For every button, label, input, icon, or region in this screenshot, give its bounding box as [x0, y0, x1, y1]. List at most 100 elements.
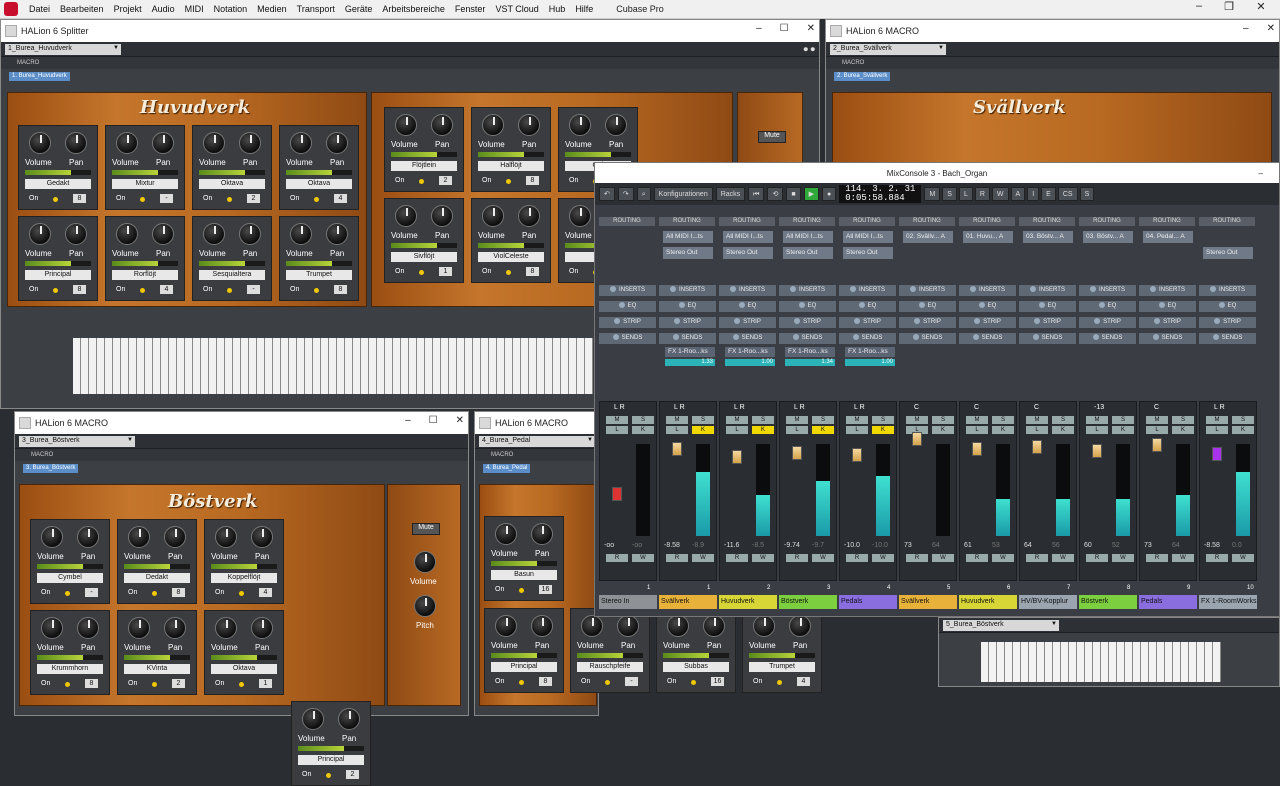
- inserts-section[interactable]: INSERTS: [959, 285, 1016, 296]
- channel-name[interactable]: HV/BV-Kopplur: [1019, 595, 1077, 609]
- routing-input[interactable]: 02. Svällv... A: [903, 231, 953, 243]
- footage-value[interactable]: 1: [259, 679, 272, 688]
- send-slot[interactable]: FX 1-Roo...ks: [665, 347, 715, 357]
- strip-section[interactable]: STRIP: [1079, 317, 1136, 328]
- mute-button[interactable]: M: [726, 416, 748, 424]
- read-automation-button[interactable]: R: [846, 554, 868, 562]
- pan-knob[interactable]: [518, 114, 540, 136]
- inserts-section[interactable]: INSERTS: [719, 285, 776, 296]
- footage-value[interactable]: -: [85, 588, 98, 597]
- routing-tab[interactable]: ROUTING: [839, 217, 895, 226]
- channel-name[interactable]: Böstverk: [779, 595, 837, 609]
- mute-button[interactable]: M: [1026, 416, 1048, 424]
- routing-input[interactable]: 03. Böstv... A: [1083, 231, 1133, 243]
- routing-input[interactable]: All MIDI I...ts: [783, 231, 833, 243]
- inserts-section[interactable]: INSERTS: [1139, 285, 1196, 296]
- eq-section[interactable]: EQ: [1079, 301, 1136, 312]
- pan-knob[interactable]: [789, 615, 811, 637]
- volume-knob[interactable]: [203, 132, 225, 154]
- read-button[interactable]: K: [872, 426, 894, 434]
- channel-name[interactable]: Pedals: [1139, 595, 1197, 609]
- sends-section[interactable]: SENDS: [959, 333, 1016, 344]
- menu-projekt[interactable]: Projekt: [109, 4, 147, 14]
- footage-value[interactable]: -: [160, 194, 173, 203]
- mute-button[interactable]: M: [666, 416, 688, 424]
- solo-button[interactable]: S: [1172, 416, 1194, 424]
- send-slot[interactable]: FX 1-Roo...ks: [845, 347, 895, 357]
- listen-button[interactable]: L: [966, 426, 988, 434]
- pan-knob[interactable]: [251, 617, 273, 639]
- maximize-icon[interactable]: ☐: [780, 23, 789, 34]
- solo-button[interactable]: S: [1052, 416, 1074, 424]
- volume-knob[interactable]: [128, 617, 150, 639]
- pan-knob[interactable]: [152, 223, 174, 245]
- solo-button[interactable]: S: [752, 416, 774, 424]
- routing-output[interactable]: Stereo Out: [843, 247, 893, 259]
- write-automation-button[interactable]: W: [812, 554, 834, 562]
- sends-section[interactable]: SENDS: [1019, 333, 1076, 344]
- pan-value[interactable]: C: [974, 404, 979, 411]
- menu-geraete[interactable]: Geräte: [340, 4, 378, 14]
- channel-name[interactable]: Stereo In: [599, 595, 657, 609]
- pan-knob[interactable]: [164, 617, 186, 639]
- pan-knob[interactable]: [65, 132, 87, 154]
- pan-value[interactable]: L R: [674, 404, 685, 411]
- strip-section[interactable]: STRIP: [719, 317, 776, 328]
- pan-value[interactable]: L R: [1214, 404, 1225, 411]
- read-automation-button[interactable]: R: [666, 554, 688, 562]
- minimize-icon[interactable]: –: [1259, 169, 1263, 178]
- volume-fader[interactable]: [972, 442, 982, 456]
- loop-icon[interactable]: ⟲: [767, 187, 784, 201]
- pan-value[interactable]: C: [1154, 404, 1159, 411]
- preset-buttons-icon[interactable]: ⏺ ⏺: [803, 44, 815, 55]
- footage-value[interactable]: 8: [172, 588, 185, 597]
- config-button[interactable]: Konfigurationen: [653, 187, 713, 201]
- footage-value[interactable]: 1: [439, 267, 452, 276]
- play-icon[interactable]: ▶: [803, 187, 819, 201]
- mute-button[interactable]: M: [606, 416, 628, 424]
- read-automation-button[interactable]: R: [1206, 554, 1228, 562]
- record-icon[interactable]: ●: [821, 187, 837, 201]
- strip-section[interactable]: STRIP: [1019, 317, 1076, 328]
- write-automation-button[interactable]: W: [1232, 554, 1254, 562]
- mode-l-button[interactable]: L: [958, 187, 973, 201]
- mode2-s-button[interactable]: S: [1079, 187, 1095, 201]
- routing-input[interactable]: 01. Huvu... A: [963, 231, 1013, 243]
- read-button[interactable]: K: [1052, 426, 1074, 434]
- eq-section[interactable]: EQ: [599, 301, 656, 312]
- on-indicator[interactable]: [140, 288, 145, 293]
- eq-section[interactable]: EQ: [719, 301, 776, 312]
- inserts-section[interactable]: INSERTS: [659, 285, 716, 296]
- sends-section[interactable]: SENDS: [719, 333, 776, 344]
- pan-knob[interactable]: [239, 223, 261, 245]
- pan-value[interactable]: L R: [614, 404, 625, 411]
- redo-icon[interactable]: ↷: [617, 187, 634, 201]
- send-level[interactable]: 1.34: [785, 359, 835, 366]
- on-indicator[interactable]: [419, 179, 424, 184]
- read-automation-button[interactable]: R: [1026, 554, 1048, 562]
- mode2-cs-button[interactable]: CS: [1057, 187, 1078, 201]
- volume-fader[interactable]: [1032, 440, 1042, 454]
- volume-knob[interactable]: [116, 132, 138, 154]
- volume-knob[interactable]: [569, 114, 591, 136]
- listen-button[interactable]: L: [666, 426, 688, 434]
- preset-select[interactable]: 4_Burea_Pedal: [479, 435, 595, 447]
- solo-button[interactable]: S: [992, 416, 1014, 424]
- volume-knob[interactable]: [290, 132, 312, 154]
- close-icon[interactable]: ✕: [1267, 23, 1275, 34]
- write-automation-button[interactable]: W: [1172, 554, 1194, 562]
- write-automation-button[interactable]: W: [1112, 554, 1134, 562]
- eq-section[interactable]: EQ: [959, 301, 1016, 312]
- volume-knob[interactable]: [203, 223, 225, 245]
- menu-vstcloud[interactable]: VST Cloud: [490, 4, 543, 14]
- racks-button[interactable]: Racks: [715, 187, 746, 201]
- footage-value[interactable]: 4: [797, 677, 810, 686]
- on-indicator[interactable]: [65, 682, 70, 687]
- menu-medien[interactable]: Medien: [252, 4, 292, 14]
- routing-tab[interactable]: ROUTING: [659, 217, 715, 226]
- strip-section[interactable]: STRIP: [959, 317, 1016, 328]
- footage-value[interactable]: -: [625, 677, 638, 686]
- pan-knob[interactable]: [338, 708, 360, 730]
- footage-value[interactable]: 8: [334, 285, 347, 294]
- solo-button[interactable]: S: [1232, 416, 1254, 424]
